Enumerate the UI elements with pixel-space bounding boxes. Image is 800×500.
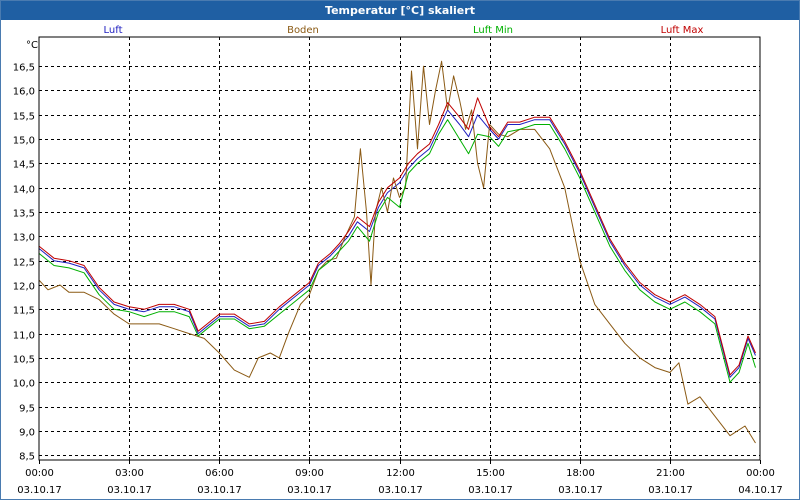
series-line-boden (38, 60, 756, 444)
y-tick-label: 9,0 (19, 428, 35, 439)
legend: Luft Boden Luft Min Luft Max (104, 25, 704, 36)
x-tick-date-label: 03.10.17 (648, 485, 693, 496)
y-tick-label: 13,5 (13, 209, 35, 220)
y-tick-labels: 16,5 16,0 15,5 15,0 14,5 14,0 13,5 13,0 12,5 12,0… (13, 63, 35, 463)
x-tick-time-label: 00:00 (25, 468, 54, 479)
series-line-luft-min (38, 119, 756, 383)
y-tick-label: 10,5 (13, 355, 35, 366)
plot-border (38, 36, 761, 461)
y-tick-label: 15,5 (13, 112, 35, 123)
x-tick-date-label: 03.10.17 (197, 485, 242, 496)
x-tick-time-label: 00:00 (746, 468, 775, 479)
y-tick-label: 10,0 (13, 379, 35, 390)
y-tick-label: 12,0 (13, 282, 35, 293)
x-tick-time-label: 03:00 (115, 468, 144, 479)
legend-entry-luft: Luft (104, 25, 123, 36)
grid-lines (39, 37, 761, 464)
x-tick-date-label: 03.10.17 (107, 485, 152, 496)
series-line-luft-max (38, 97, 756, 376)
legend-entry-luft-min: Luft Min (473, 25, 513, 36)
series-lines (38, 60, 756, 444)
x-tick-date-label: 03.10.17 (17, 485, 62, 496)
y-tick-label: 14,5 (13, 160, 35, 171)
y-tick-label: 16,5 (13, 63, 35, 74)
y-tick-label: 13,0 (13, 233, 35, 244)
x-tick-time-label: 09:00 (295, 468, 324, 479)
y-axis-unit-label: °C (26, 40, 38, 51)
legend-entry-luft-max: Luft Max (661, 25, 704, 36)
x-tick-time-label: 15:00 (476, 468, 505, 479)
x-tick-time-label: 21:00 (656, 468, 685, 479)
y-tick-label: 16,0 (13, 87, 35, 98)
temperature-chart: 16,5 16,0 15,5 15,0 14,5 14,0 13,5 13,0 12,5 12,0… (13, 25, 783, 496)
x-tick-labels: 00:00 03.10.17 03:00 03.10.17 06:00 03.10.17 0… (17, 468, 783, 496)
x-tick-date-label: 03.10.17 (378, 485, 423, 496)
x-tick-time-label: 18:00 (566, 468, 595, 479)
y-tick-label: 11,5 (13, 306, 35, 317)
series-line-luft (38, 109, 756, 378)
y-tick-label: 11,0 (13, 331, 35, 342)
x-tick-date-label: 04.10.17 (738, 485, 783, 496)
y-tick-label: 15,0 (13, 136, 35, 147)
x-tick-date-label: 03.10.17 (468, 485, 513, 496)
x-tick-date-label: 03.10.17 (287, 485, 332, 496)
legend-entry-boden: Boden (287, 25, 319, 36)
y-tick-label: 14,0 (13, 185, 35, 196)
x-tick-time-label: 06:00 (205, 468, 234, 479)
y-tick-label: 9,5 (19, 404, 35, 415)
y-tick-label: 12,5 (13, 258, 35, 269)
x-tick-time-label: 12:00 (386, 468, 415, 479)
x-tick-date-label: 03.10.17 (558, 485, 603, 496)
y-tick-label: 8,5 (19, 452, 35, 463)
